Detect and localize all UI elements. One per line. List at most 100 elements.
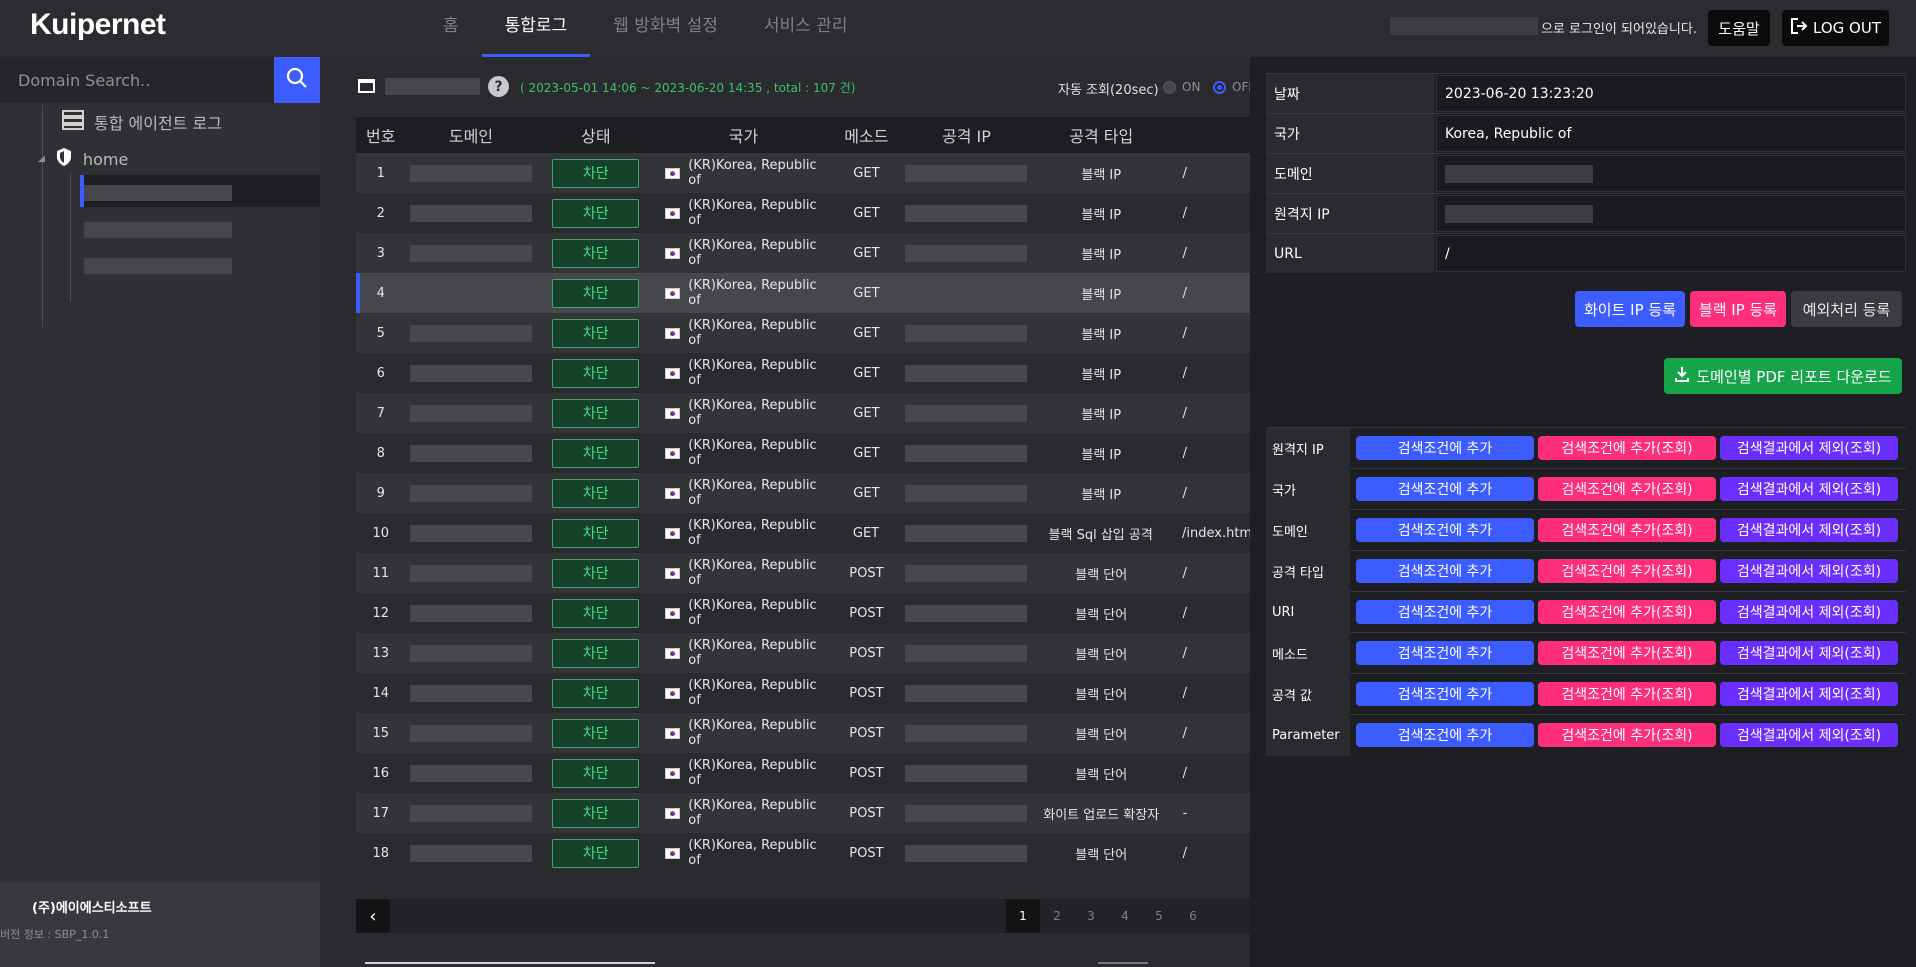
add-condition-query-button[interactable]: 검색조건에 추가(조회) [1538,682,1716,706]
add-condition-button[interactable]: 검색조건에 추가 [1356,436,1534,460]
row-status: 차단 [536,358,655,388]
condition-label: 공격 타입 [1266,550,1350,592]
col-header[interactable]: 상태 [536,123,655,147]
tree-child-redacted[interactable] [84,185,232,201]
logout-button[interactable]: LOG OUT [1782,10,1889,46]
exclude-result-button[interactable]: 검색결과에서 제외(조회) [1720,600,1898,624]
search-button[interactable] [274,57,320,103]
page-button[interactable]: 2 [1040,899,1074,933]
table-row[interactable]: 1 차단 (KR)Korea, Republic of GET 블랙 IP / [356,153,1250,193]
exclude-result-button[interactable]: 검색결과에서 제외(조회) [1720,477,1898,501]
pagination: ‹ 1 2 3 4 5 6 [356,899,1250,933]
add-condition-button[interactable]: 검색조건에 추가 [1356,723,1534,747]
page-button[interactable]: 4 [1108,899,1142,933]
tree-item-home[interactable]: ◢ home [38,147,128,171]
page-button[interactable]: 5 [1142,899,1176,933]
tab-service-management[interactable]: 서비스 관리 [741,0,871,57]
pdf-report-download-button[interactable]: 도메인별 PDF 리포트 다운로드 [1664,358,1902,394]
row-attack-type: 블랙 IP [1081,207,1122,223]
add-condition-button[interactable]: 검색조건에 추가 [1356,477,1534,501]
add-condition-button[interactable]: 검색조건에 추가 [1356,641,1534,665]
tree-item-agent-log[interactable]: 통합 에이전트 로그 [62,110,222,134]
exclude-result-button[interactable]: 검색결과에서 제외(조회) [1720,723,1898,747]
row-attack-type: 블랙 단어 [1075,687,1128,703]
table-row[interactable]: 6 차단 (KR)Korea, Republic of GET 블랙 IP / [356,353,1250,393]
country-text: (KR)Korea, Republic of [688,158,817,188]
ip-redacted [905,244,1028,262]
row-attack-type: 블랙 단어 [1075,727,1128,743]
auto-refresh-on-radio[interactable] [1163,81,1176,94]
add-condition-query-button[interactable]: 검색조건에 추가(조회) [1538,723,1716,747]
exclude-result-button[interactable]: 검색결과에서 제외(조회) [1720,682,1898,706]
table-row[interactable]: 4 차단 (KR)Korea, Republic of GET 블랙 IP / [356,273,1250,313]
table-row[interactable]: 9 차단 (KR)Korea, Republic of GET 블랙 IP / [356,473,1250,513]
table-row[interactable]: 16 차단 (KR)Korea, Republic of POST 블랙 단어 / [356,753,1250,793]
auto-refresh-off-radio[interactable] [1213,81,1226,94]
table-row[interactable]: 7 차단 (KR)Korea, Republic of GET 블랙 IP / [356,393,1250,433]
add-condition-button[interactable]: 검색조건에 추가 [1356,518,1534,542]
add-condition-query-button[interactable]: 검색조건에 추가(조회) [1538,600,1716,624]
row-country: (KR)Korea, Republic of [655,798,831,828]
help-icon[interactable]: ? [488,76,509,97]
page-button[interactable]: 1 [1006,899,1040,933]
table-row[interactable]: 3 차단 (KR)Korea, Republic of GET 블랙 IP / [356,233,1250,273]
add-condition-query-button[interactable]: 검색조건에 추가(조회) [1538,518,1716,542]
country-text: (KR)Korea, Republic of [688,598,817,628]
col-header[interactable]: 공격 타입 [1032,123,1171,147]
table-row[interactable]: 18 차단 (KR)Korea, Republic of POST 블랙 단어 / [356,833,1250,873]
tree-child-redacted[interactable] [84,258,232,274]
add-condition-query-button[interactable]: 검색조건에 추가(조회) [1538,641,1716,665]
exclude-result-button[interactable]: 검색결과에서 제외(조회) [1720,436,1898,460]
prev-page-button[interactable]: ‹ [356,899,390,933]
white-ip-register-button[interactable]: 화이트 IP 등록 [1575,291,1685,327]
col-header[interactable]: 메소드 [832,123,901,147]
table-row[interactable]: 8 차단 (KR)Korea, Republic of GET 블랙 IP / [356,433,1250,473]
horizontal-scrollbar-secondary[interactable] [1098,962,1148,964]
table-row[interactable]: 14 차단 (KR)Korea, Republic of POST 블랙 단어 / [356,673,1250,713]
black-ip-register-button[interactable]: 블랙 IP 등록 [1690,291,1786,327]
page-button[interactable]: 6 [1176,899,1210,933]
domain-redacted [409,324,532,342]
tab-integrated-log[interactable]: 통합로그 [481,0,591,57]
table-row[interactable]: 10 차단 (KR)Korea, Republic of GET 블랙 Sql 삽입 공… [356,513,1250,553]
tab-waf-settings[interactable]: 웹 방화벽 설정 [590,0,741,57]
exclude-result-button[interactable]: 검색결과에서 제외(조회) [1720,641,1898,665]
window-icon[interactable] [358,79,375,93]
table-row[interactable]: 15 차단 (KR)Korea, Republic of POST 블랙 단어 / [356,713,1250,753]
tab-home[interactable]: 홈 [420,0,482,57]
add-condition-button[interactable]: 검색조건에 추가 [1356,559,1534,583]
table-row[interactable]: 2 차단 (KR)Korea, Republic of GET 블랙 IP / [356,193,1250,233]
country-text: (KR)Korea, Republic of [688,358,817,388]
domain-redacted [409,164,532,182]
tree-child-redacted[interactable] [84,222,232,238]
table-row[interactable]: 13 차단 (KR)Korea, Republic of POST 블랙 단어 / [356,633,1250,673]
table-row[interactable]: 11 차단 (KR)Korea, Republic of POST 블랙 단어 / [356,553,1250,593]
add-condition-query-button[interactable]: 검색조건에 추가(조회) [1538,559,1716,583]
table-row[interactable]: 17 차단 (KR)Korea, Republic of POST 화이트 업로드 확장… [356,793,1250,833]
col-header[interactable]: 국가 [655,123,831,147]
page-button[interactable]: 3 [1074,899,1108,933]
search-condition-table: 원격지 IP 검색조건에 추가 검색조건에 추가(조회) 검색결과에서 제외(조회) 국… [1266,427,1906,756]
korea-flag-icon [665,567,681,579]
horizontal-scrollbar[interactable] [365,962,655,964]
domain-redacted [409,764,532,782]
table-row[interactable]: 12 차단 (KR)Korea, Republic of POST 블랙 단어 / [356,593,1250,633]
add-condition-query-button[interactable]: 검색조건에 추가(조회) [1538,477,1716,501]
exclude-result-button[interactable]: 검색결과에서 제외(조회) [1720,518,1898,542]
domain-search-input[interactable] [18,57,268,103]
domain-redacted [409,724,532,742]
row-method: GET [853,445,880,461]
col-header[interactable]: 공격 IP [901,123,1032,147]
add-condition-button[interactable]: 검색조건에 추가 [1356,682,1534,706]
row-number: 11 [372,565,390,581]
app-logo[interactable]: Kuipernet [30,8,166,42]
table-row[interactable]: 5 차단 (KR)Korea, Republic of GET 블랙 IP / [356,313,1250,353]
exclude-result-button[interactable]: 검색결과에서 제외(조회) [1720,559,1898,583]
exception-register-button[interactable]: 예외처리 등록 [1791,291,1902,327]
help-button[interactable]: 도움말 [1708,10,1770,46]
add-condition-button[interactable]: 검색조건에 추가 [1356,600,1534,624]
auto-refresh-off-label: OFF [1232,80,1250,94]
col-header[interactable]: 번호 [356,123,406,147]
add-condition-query-button[interactable]: 검색조건에 추가(조회) [1538,436,1716,460]
col-header[interactable]: 도메인 [406,123,537,147]
